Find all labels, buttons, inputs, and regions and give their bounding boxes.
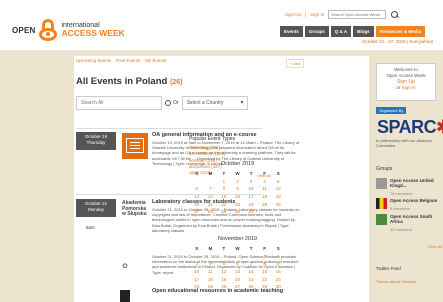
event-thumbnail[interactable] xyxy=(120,290,130,302)
event-date-box: October 21 Monday xyxy=(76,199,116,217)
logo-access-week-text: ACCESS WEEK xyxy=(61,28,125,39)
view-all-groups-link[interactable]: View All xyxy=(428,244,442,249)
or-label: Or xyxy=(173,100,179,106)
top-links: Sign Up | Sign In xyxy=(285,10,399,19)
akademia-logo[interactable]: Akademia Pomorska w Słupsku xyxy=(122,200,148,227)
logo-open-text: OPEN xyxy=(12,25,36,35)
group-members: 6 members xyxy=(390,206,411,211)
site-logo[interactable]: OPEN international ACCESS WEEK xyxy=(12,19,125,41)
group-avatar xyxy=(376,178,387,189)
tweets-link[interactable]: Tweets about OAweek xyxy=(376,279,416,284)
group-name[interactable]: Open Access South Africa xyxy=(390,214,440,225)
event-types-heading: Popular Event Types xyxy=(189,136,236,142)
event-dates-tagline: October 21 - 27, 2019 | Everywhere xyxy=(362,39,434,44)
calendar-november: November 2019 SMTWTFS 12 3456789 10 11 12 1… xyxy=(190,236,285,291)
calendar-title: November 2019 xyxy=(217,236,258,242)
event-logo-icon: ✿ xyxy=(122,263,128,270)
nav-events[interactable]: Events xyxy=(280,26,303,37)
welcome-box: Welcome to Open Access Week Sign Up or S… xyxy=(376,63,436,101)
event-thumbnail[interactable] xyxy=(122,133,148,159)
group-name[interactable]: Open Access United Kingd... xyxy=(390,178,440,189)
calendar-title: October 2019 xyxy=(220,161,255,167)
main-nav: Events Groups Q & A Blogs Resources & Me… xyxy=(280,26,426,37)
sparc-logo[interactable]: SPARC✱ xyxy=(377,117,443,138)
sparc-partnership-text: In partnership with our Advisory Committ… xyxy=(376,138,432,149)
page-title-text: All Events in Poland xyxy=(76,76,168,87)
site-header: Sign Up | Sign In OPEN international ACC… xyxy=(0,0,443,50)
group-members: 49 members xyxy=(390,227,413,232)
event-filter: Or Select a Country xyxy=(76,96,248,110)
calendar-october: October 2019 SMTWTFS 12345 6 7 8 9 10 11 12 13… xyxy=(190,161,285,216)
nav-resources[interactable]: Resources & Media xyxy=(375,26,426,37)
event-search-input[interactable] xyxy=(76,96,162,110)
group-name[interactable]: Open Access Belgium xyxy=(390,198,440,203)
welcome-signin-link[interactable]: Sign In xyxy=(402,85,416,90)
groups-heading: Groups xyxy=(376,166,393,172)
page-title: All Events in Poland (26) xyxy=(76,76,182,87)
nav-blogs[interactable]: Blogs xyxy=(353,26,374,37)
country-select[interactable]: Select a Country xyxy=(181,96,248,110)
tab-my-events[interactable]: My Events xyxy=(145,58,166,63)
search-icon[interactable] xyxy=(390,10,399,19)
event-tabs: Upcoming Events Past Events My Events xyxy=(76,58,166,63)
event-date-box: October 19 Thursday xyxy=(76,132,116,150)
signup-link[interactable]: Sign Up xyxy=(285,12,301,17)
tab-upcoming-events[interactable]: Upcoming Events xyxy=(76,58,111,63)
nav-qa[interactable]: Q & A xyxy=(330,26,352,37)
group-avatar xyxy=(376,198,387,209)
add-event-button[interactable]: + Add xyxy=(286,59,305,68)
tab-past-events[interactable]: Past Events xyxy=(116,58,140,63)
signin-link[interactable]: Sign In xyxy=(310,12,324,17)
country-select-value: Select a Country xyxy=(186,100,224,106)
search-icon[interactable] xyxy=(165,100,171,106)
main-content: Upcoming Events Past Events My Events + … xyxy=(74,56,369,302)
group-avatar xyxy=(376,214,387,225)
nav-groups[interactable]: Groups xyxy=(304,26,329,37)
event-time: 9am xyxy=(86,225,95,230)
open-access-lock-icon xyxy=(38,19,58,41)
twitter-heading: Twitter Feed xyxy=(376,266,401,271)
sparc-star-icon: ✱ xyxy=(436,117,443,137)
organized-by-label: Organized By xyxy=(376,107,407,114)
event-count: (26) xyxy=(169,79,183,86)
group-members: 78 members xyxy=(390,191,413,196)
site-search-input[interactable] xyxy=(328,10,387,19)
calendar-icon xyxy=(126,138,144,153)
